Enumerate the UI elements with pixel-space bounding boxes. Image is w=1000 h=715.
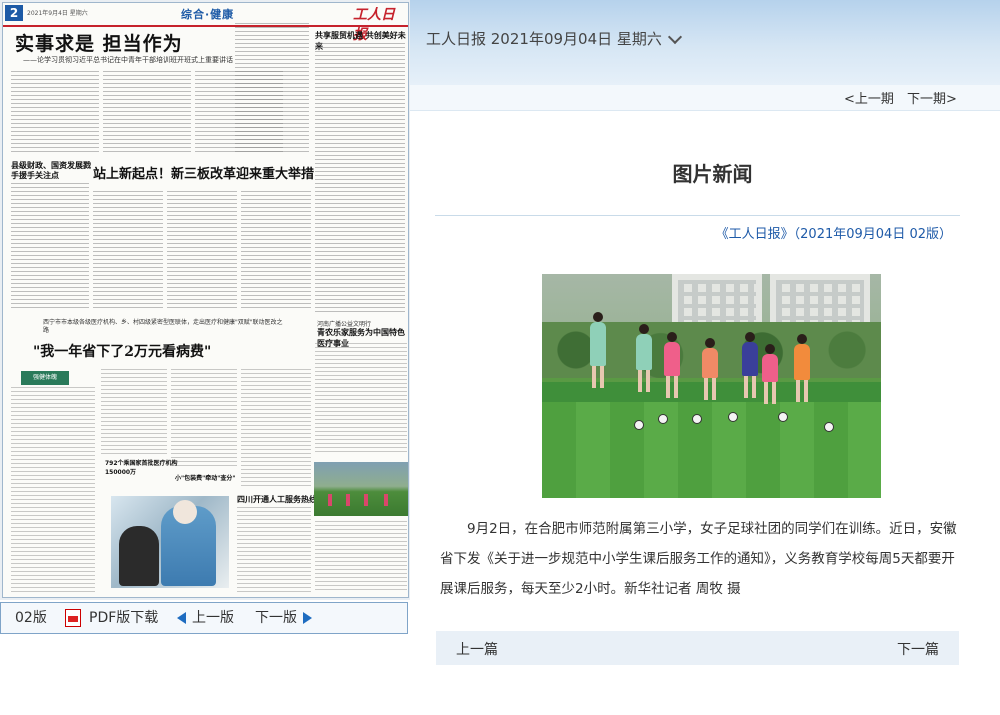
- photo-player-leg: [600, 366, 604, 388]
- photo-figure: [364, 494, 368, 506]
- photo-ball: [658, 414, 668, 424]
- photo-player-leg: [712, 378, 716, 400]
- paper-text-column: [241, 369, 311, 489]
- paper-text-column: [103, 71, 191, 155]
- photo-figure: [384, 494, 388, 506]
- photo-player-head: [745, 332, 755, 342]
- photo-player-head: [639, 324, 649, 334]
- paper-text-column: [11, 71, 99, 155]
- next-page-button[interactable]: 下一版: [255, 603, 312, 633]
- prev-page-label: 上一版: [192, 610, 234, 626]
- photo-figure: [119, 526, 159, 586]
- newspaper-panel: 2 2021年9月4日 星期六 综合·健康 工人日报 实事求是 担当作为 ——论…: [0, 0, 410, 600]
- photo-ball: [728, 412, 738, 422]
- photo-player-leg: [638, 370, 642, 392]
- paper-headline-lower[interactable]: "我一年省下了2万元看病费": [33, 341, 211, 361]
- photo-player: [636, 324, 652, 392]
- paper-headline-bottom[interactable]: 四川开通人工服务热线: [237, 494, 317, 505]
- paper-text-column: [237, 507, 311, 593]
- chevron-down-icon: [667, 29, 682, 44]
- paper-text-column: [11, 387, 95, 593]
- article-body: 9月2日，在合肥市师范附属第三小学，女子足球社团的同学们在训练。近日，安徽省下发…: [440, 521, 957, 597]
- edition-title: 工人日报 2021年09月04日 星期六: [426, 30, 662, 48]
- next-article-link[interactable]: 下一篇: [897, 639, 939, 659]
- paper-headline-left-mid[interactable]: 县级财政、国资发展戮手援手关注点: [11, 161, 91, 181]
- paper-text-column: [11, 183, 89, 311]
- viewer-header: 工人日报 2021年09月04日 星期六: [410, 0, 1000, 85]
- next-edition-link[interactable]: 下一期>: [907, 88, 957, 107]
- photo-player-leg: [796, 380, 800, 402]
- photo-player-leg: [764, 382, 768, 404]
- paper-text-column: [171, 369, 237, 467]
- paper-date: 2021年9月4日 星期六: [27, 10, 88, 17]
- edition-nav: <上一期 下一期>: [410, 85, 1000, 111]
- article-pager: 上一篇 下一篇: [436, 631, 959, 665]
- photo-player-leg: [744, 376, 748, 398]
- paper-section: 综合·健康: [181, 8, 235, 21]
- photo-player-leg: [752, 376, 756, 398]
- photo-player-leg: [804, 380, 808, 402]
- photo-player: [664, 332, 680, 398]
- article-photo[interactable]: [542, 274, 881, 498]
- page-toolbar: 02版 PDF版下载 上一版 下一版: [0, 602, 408, 634]
- photo-player-leg: [646, 370, 650, 392]
- photo-player-head: [705, 338, 715, 348]
- pdf-icon: [65, 609, 81, 627]
- paper-headline-main[interactable]: 实事求是 担当作为: [15, 29, 183, 56]
- photo-figure: [328, 494, 332, 506]
- photo-figure: [346, 494, 350, 506]
- paper-caption: 小"包装费"牵动"查分": [175, 475, 236, 482]
- photo-player-head: [765, 344, 775, 354]
- photo-player: [794, 334, 810, 402]
- article-source: 《工人日报》（2021年09月04日 02版）: [715, 227, 952, 242]
- paper-text-column: [167, 191, 237, 311]
- title-divider: [435, 215, 960, 216]
- photo-player-leg: [674, 376, 678, 398]
- paper-text-column: [315, 343, 407, 455]
- paper-header: 2 2021年9月4日 星期六 综合·健康 工人日报: [3, 3, 408, 43]
- paper-headline-lower-sub: 西宁市市本级各级医疗机构、乡、村四级紧密型医联体，走出医疗和健康"双赋"联动医改…: [43, 319, 283, 334]
- photo-player: [762, 344, 778, 404]
- photo-ball: [634, 420, 644, 430]
- paper-text-column: [93, 191, 163, 311]
- arrow-right-icon: [303, 612, 312, 624]
- paper-photo-football[interactable]: [314, 462, 408, 516]
- paper-text-column: [101, 369, 167, 455]
- prev-edition-link[interactable]: <上一期: [844, 88, 894, 107]
- edition-date-dropdown[interactable]: 工人日报 2021年09月04日 星期六: [426, 28, 682, 49]
- paper-box-label: 强健体魄: [21, 371, 69, 385]
- paper-page-number: 2: [5, 5, 23, 21]
- photo-player: [702, 338, 718, 400]
- photo-turf: [542, 402, 881, 498]
- photo-player-leg: [704, 378, 708, 400]
- photo-player-leg: [592, 366, 596, 388]
- pdf-download-button[interactable]: PDF版下载: [65, 603, 158, 633]
- page-selector[interactable]: 02版: [15, 603, 47, 633]
- photo-ball: [824, 422, 834, 432]
- pdf-download-label: PDF版下载: [89, 610, 159, 626]
- photo-figure: [173, 500, 197, 524]
- photo-player: [742, 332, 758, 398]
- paper-text-column: [315, 521, 407, 593]
- photo-player: [590, 312, 606, 388]
- arrow-left-icon: [177, 612, 186, 624]
- photo-player-leg: [772, 382, 776, 404]
- photo-player-head: [667, 332, 677, 342]
- prev-page-button[interactable]: 上一版: [177, 603, 234, 633]
- next-page-label: 下一版: [255, 610, 297, 626]
- paper-text-column: [241, 191, 311, 311]
- paper-photo-medical[interactable]: [111, 496, 229, 588]
- newspaper-page-image[interactable]: 2 2021年9月4日 星期六 综合·健康 工人日报 实事求是 担当作为 ——论…: [2, 2, 409, 598]
- article-title: 图片新闻: [672, 162, 753, 186]
- paper-headline-mid[interactable]: 站上新起点！新三板改革迎来重大举措: [93, 163, 314, 182]
- paper-headline-main-sub: ——论学习贯彻习近平总书记在中青年干部培训班开班式上重要讲话: [23, 56, 233, 64]
- photo-ball: [778, 412, 788, 422]
- photo-ball: [692, 414, 702, 424]
- photo-player-head: [797, 334, 807, 344]
- paper-text-column: [235, 23, 309, 153]
- photo-player-leg: [666, 376, 670, 398]
- paper-text-column: [315, 43, 405, 313]
- photo-player-head: [593, 312, 603, 322]
- prev-article-link[interactable]: 上一篇: [456, 639, 498, 659]
